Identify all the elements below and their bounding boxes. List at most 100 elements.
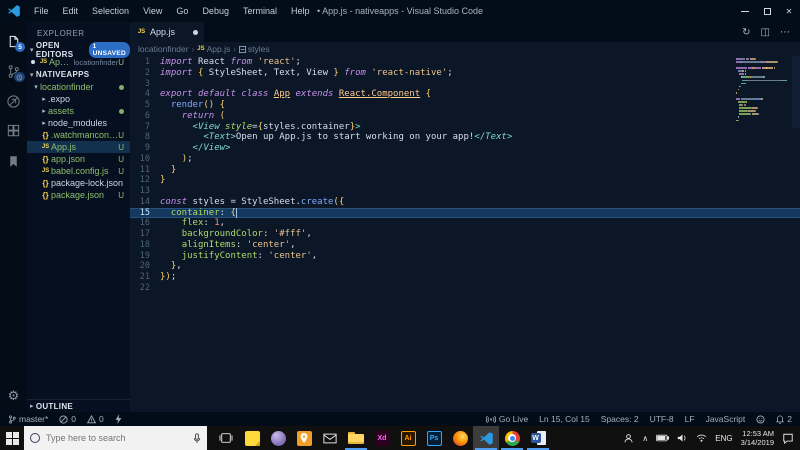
menu-go[interactable]: Go <box>169 0 195 22</box>
code-line-4[interactable]: 4 export default class App extends React.… <box>130 89 800 100</box>
tree-item-babel.config.js[interactable]: JS babel.config.js U <box>27 165 130 177</box>
status-lf[interactable]: LF <box>685 414 695 424</box>
tree-item-node_modules[interactable]: ▸ node_modules <box>27 117 130 129</box>
code-line-16[interactable]: 16 flex: 1, <box>130 218 800 229</box>
code-line-17[interactable]: 17 backgroundColor: '#fff', <box>130 229 800 240</box>
menu-selection[interactable]: Selection <box>85 0 136 22</box>
code-line-7[interactable]: 7 < View style ={styles.container} > <box>130 122 800 133</box>
taskbar-mail-icon[interactable] <box>317 426 343 450</box>
extensions-icon[interactable] <box>0 116 27 146</box>
status-master-[interactable]: master* <box>8 414 48 424</box>
action-center-icon[interactable] <box>782 433 794 444</box>
battery-icon[interactable] <box>656 434 670 442</box>
code-line-21[interactable]: 21}); <box>130 272 800 283</box>
close-button[interactable]: ✕ <box>778 0 800 22</box>
status-utf-8[interactable]: UTF-8 <box>650 414 674 424</box>
minimize-button[interactable] <box>734 0 756 22</box>
open-changes-icon[interactable]: ↻ <box>742 27 750 38</box>
taskbar-chrome-icon[interactable] <box>499 426 525 450</box>
split-editor-icon[interactable]: ◫ <box>761 27 770 38</box>
people-icon[interactable] <box>623 433 634 444</box>
breadcrumb-item-locationfinder[interactable]: locationfinder <box>138 44 189 54</box>
menu-terminal[interactable]: Terminal <box>236 0 284 22</box>
taskbar-sticky-notes-icon[interactable] <box>239 426 265 450</box>
code-line-22[interactable]: 22 <box>130 283 800 294</box>
tree-item-App.js[interactable]: JS App.js U <box>27 141 130 153</box>
taskbar-search[interactable] <box>24 426 207 450</box>
menu-help[interactable]: Help <box>284 0 317 22</box>
taskbar-expo-icon[interactable] <box>265 426 291 450</box>
taskbar-firefox-icon[interactable] <box>447 426 473 450</box>
status-0[interactable]: 0 <box>59 414 76 424</box>
code-line-6[interactable]: 6 return ( <box>130 111 800 122</box>
project-section-header[interactable]: ▾ NATIVEAPPS <box>27 68 130 81</box>
tray-expand-chevron-icon[interactable]: ∧ <box>642 434 648 443</box>
minimap[interactable] <box>736 58 791 126</box>
menu-view[interactable]: View <box>136 0 169 22</box>
taskbar-task-view-icon[interactable] <box>213 426 239 450</box>
tree-item-package-lock.json[interactable]: {} package-lock.json <box>27 177 130 189</box>
tree-item-.watchmanconfig[interactable]: {} .watchmanconfig U <box>27 129 130 141</box>
code-line-12[interactable]: 12} <box>130 175 800 186</box>
bookmarks-icon[interactable] <box>0 146 27 176</box>
tree-item-.expo[interactable]: ▸ .expo <box>27 93 130 105</box>
open-editor-item-App.js[interactable]: JSApp.jslocationfinderU <box>27 56 130 68</box>
taskbar-vscode-icon[interactable] <box>473 426 499 450</box>
code-line-20[interactable]: 20 }, <box>130 261 800 272</box>
status-javascript[interactable]: JavaScript <box>706 414 746 424</box>
code-line-11[interactable]: 11 } <box>130 165 800 176</box>
microphone-icon[interactable] <box>193 432 201 444</box>
code-line-3[interactable]: 3 <box>130 79 800 90</box>
outline-section-header[interactable]: ▸ OUTLINE <box>27 399 130 412</box>
start-button[interactable] <box>0 426 24 450</box>
taskbar-illustrator-icon[interactable]: Ai <box>395 426 421 450</box>
menu-edit[interactable]: Edit <box>56 0 86 22</box>
status-ln-15-col-15[interactable]: Ln 15, Col 15 <box>539 414 590 424</box>
tree-item-assets[interactable]: ▸ assets <box>27 105 130 117</box>
code-line-1[interactable]: 1 import React from 'react'; <box>130 57 800 68</box>
search-input[interactable] <box>44 432 189 444</box>
taskbar-photoshop-icon[interactable]: Ps <box>421 426 447 450</box>
code-line-13[interactable]: 13 <box>130 186 800 197</box>
maximize-button[interactable] <box>756 0 778 22</box>
breadcrumb-item-App.js[interactable]: JS App.js <box>197 44 230 54</box>
status-smiley[interactable] <box>756 414 765 424</box>
debug-icon[interactable] <box>0 86 27 116</box>
menu-file[interactable]: File <box>27 0 56 22</box>
language-indicator[interactable]: ENG <box>715 434 732 443</box>
code-line-10[interactable]: 10 ); <box>130 154 800 165</box>
status-spaces-2[interactable]: Spaces: 2 <box>601 414 639 424</box>
volume-icon[interactable] <box>677 433 688 443</box>
taskbar-maps-icon[interactable] <box>291 426 317 450</box>
more-actions-icon[interactable]: ⋯ <box>780 27 790 38</box>
settings-gear-icon[interactable]: ⚙ <box>8 388 20 404</box>
tab-appjs[interactable]: JS App.js <box>130 22 204 42</box>
status-go-live[interactable]: Go Live <box>485 414 528 424</box>
code-line-18[interactable]: 18 alignItems: 'center', <box>130 240 800 251</box>
code-line-2[interactable]: 2 import { StyleSheet, Text, View } from … <box>130 68 800 79</box>
status-2[interactable]: 2 <box>776 414 792 424</box>
network-icon[interactable] <box>696 433 707 443</box>
clock[interactable]: 12:53 AM 3/14/2019 <box>741 429 774 447</box>
code-line-14[interactable]: 14 const styles = StyleSheet. create({ <box>130 197 800 208</box>
taskbar-word-icon[interactable]: W <box>525 426 551 450</box>
taskbar-adobe-xd-icon[interactable]: Xd <box>369 426 395 450</box>
breadcrumb-item-styles[interactable]: styles <box>238 44 270 54</box>
tree-item-app.json[interactable]: {} app.json U <box>27 153 130 165</box>
code-editor[interactable]: 1 import React from 'react'; 2 import { Sty… <box>130 56 800 412</box>
open-editors-header[interactable]: ▾ OPEN EDITORS 1 UNSAVED <box>27 41 130 59</box>
explorer-icon[interactable]: 5 <box>0 26 27 56</box>
source-control-icon[interactable] <box>0 56 27 86</box>
code-line-8[interactable]: 8 < Text > Open up App.js to start working … <box>130 132 800 143</box>
code-line-9[interactable]: 9 </View > <box>130 143 800 154</box>
code-line-15[interactable]: 15 container: { <box>130 207 800 219</box>
taskbar-file-explorer-icon[interactable] <box>343 426 369 450</box>
menu-debug[interactable]: Debug <box>195 0 236 22</box>
tree-item-locationfinder[interactable]: ▾ locationfinder <box>27 81 130 93</box>
editor-scrollbar[interactable] <box>792 56 800 128</box>
tree-item-package.json[interactable]: {} package.json U <box>27 189 130 201</box>
code-line-19[interactable]: 19 justifyContent: 'center', <box>130 251 800 262</box>
status-0[interactable]: 0 <box>87 414 104 424</box>
code-line-5[interactable]: 5 render() { <box>130 100 800 111</box>
status-bolt[interactable] <box>115 414 122 424</box>
